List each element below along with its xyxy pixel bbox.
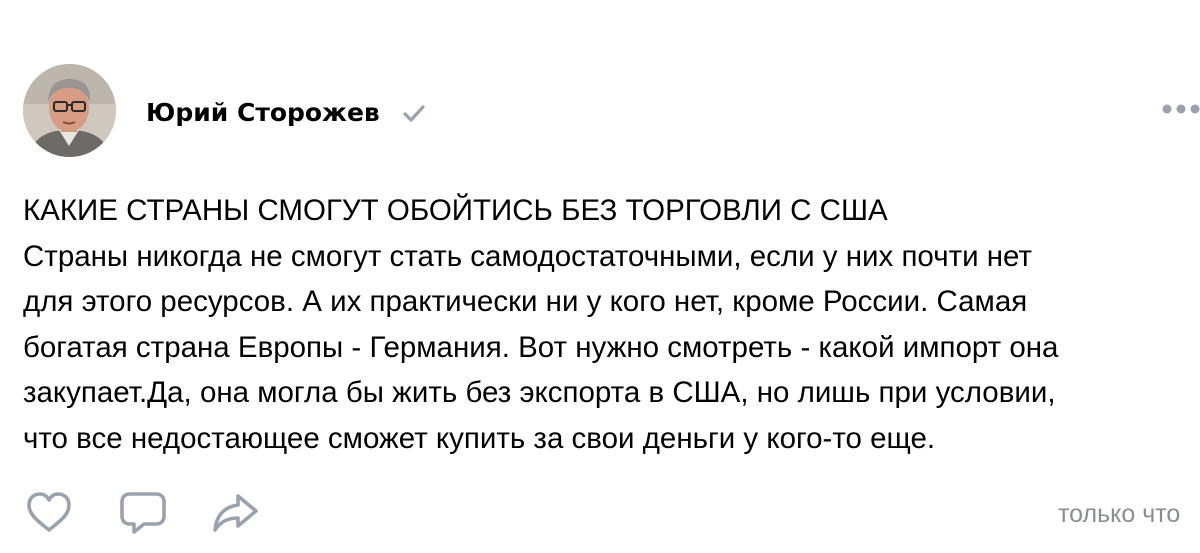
more-dots-icon[interactable] — [1160, 100, 1200, 118]
comment-icon[interactable] — [118, 490, 168, 536]
post-text-line: Страны никогда не смогут стать самодоста… — [23, 239, 1032, 273]
post-text-line: что все недостающее сможет купить за сво… — [23, 421, 936, 455]
share-icon[interactable] — [210, 490, 260, 536]
post-timestamp: только что — [1058, 500, 1181, 528]
heart-icon[interactable] — [24, 490, 74, 536]
post-text-line: закупает.Да, она могла бы жить без экспо… — [23, 376, 1056, 409]
author-name[interactable]: Юрий Сторожев — [146, 96, 380, 130]
post-text-line: для этого ресурсов. А их практически ни … — [23, 285, 1028, 318]
author-avatar[interactable] — [23, 64, 116, 157]
post-text-line: богатая страна Европы - Германия. Вот ну… — [23, 330, 1059, 364]
checkmark-icon — [403, 105, 425, 122]
avatar-image — [23, 64, 116, 157]
post-title-line: КАКИЕ СТРАНЫ СМОГУТ ОБОЙТИСЬ БЕЗ ТОРГОВЛ… — [23, 194, 888, 227]
post-card: Юрий Сторожев КАКИЕ СТРАНЫ СМОГУТ ОБОЙТИ… — [0, 0, 1200, 553]
post-text: КАКИЕ СТРАНЫ СМОГУТ ОБОЙТИСЬ БЕЗ ТОРГОВЛ… — [23, 188, 1195, 461]
